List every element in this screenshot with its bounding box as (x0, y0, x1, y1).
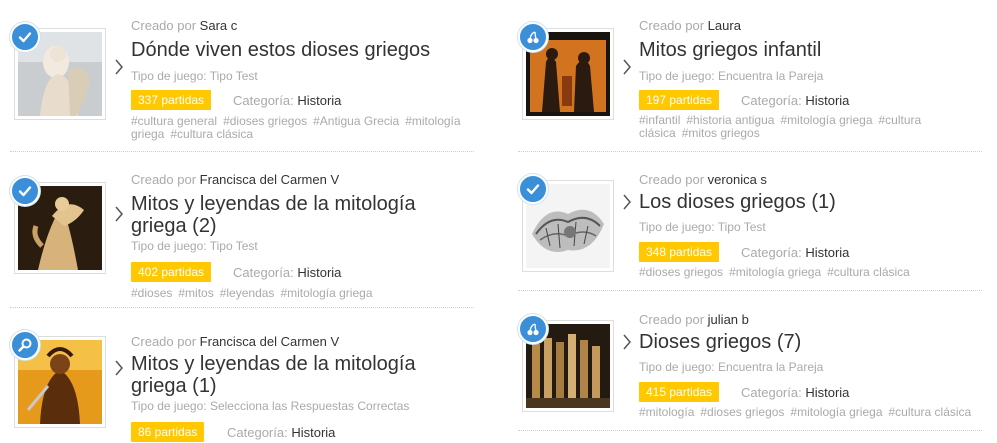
game-type-label: Tipo de juego: (639, 360, 715, 374)
tag[interactable]: #mitología griega (280, 286, 372, 300)
plays-badge: 86 partidas (131, 422, 205, 442)
category-label: Categoría: (741, 93, 802, 108)
game-type-value: Encuentra la Pareja (717, 69, 824, 83)
creator-name[interactable]: veronica s (708, 172, 767, 187)
category-value[interactable]: Historia (291, 425, 335, 440)
tag[interactable]: #cultura clásica (170, 127, 253, 141)
plays-badge: 348 partidas (639, 242, 720, 262)
plays-badge: 337 partidas (131, 90, 212, 110)
tag[interactable]: #leyendas (220, 286, 275, 300)
creator-name[interactable]: julian b (708, 312, 749, 327)
plays-badge: 402 partidas (131, 262, 212, 282)
check-icon (10, 176, 40, 206)
category-value[interactable]: Historia (297, 265, 341, 280)
creator-name[interactable]: Francisca del Carmen V (200, 334, 339, 349)
game-type-label: Tipo de juego: (639, 220, 715, 234)
category-value[interactable]: Historia (297, 93, 341, 108)
game-type-label: Tipo de juego: (131, 69, 207, 83)
tag[interactable]: #cultura clásica (889, 405, 972, 419)
category-value[interactable]: Historia (805, 385, 849, 400)
category-value[interactable]: Historia (805, 93, 849, 108)
tag-list: #dioses #mitos #leyendas #mitología griega (131, 287, 471, 300)
creator-name[interactable]: Sara c (200, 18, 238, 33)
game-card[interactable]: Creado por Francisca del Carmen V Mitos … (10, 326, 470, 443)
game-card[interactable]: Creado por Sara c Dónde viven estos dios… (10, 18, 474, 153)
game-card[interactable]: Creado por Francisca del Carmen V Mitos … (10, 172, 474, 308)
tag[interactable]: #mitos griegos (682, 126, 760, 140)
tag[interactable]: #mitología griega (729, 265, 821, 279)
game-title[interactable]: Mitos y leyendas de la mitología griega … (131, 193, 471, 237)
category-value[interactable]: Historia (805, 245, 849, 260)
tag[interactable]: #Antigua Grecia (313, 114, 399, 128)
tag[interactable]: #mitología griega (790, 405, 882, 419)
cherries-icon (518, 22, 548, 52)
divider (518, 151, 982, 152)
tag[interactable]: #dioses griegos (700, 405, 784, 419)
divider (10, 307, 474, 308)
chevron-right-icon (115, 360, 123, 376)
chevron-right-icon (115, 59, 123, 75)
game-type-label: Tipo de juego: (639, 69, 715, 83)
category-label: Categoría: (741, 385, 802, 400)
tag[interactable]: #historia antigua (686, 113, 774, 127)
tag[interactable]: #cultura general (131, 114, 217, 128)
created-by-label: Creado por (639, 172, 705, 187)
tag-list: #mitología #dioses griegos #mitología grie… (639, 406, 979, 419)
game-type-label: Tipo de juego: (131, 239, 207, 253)
category-label: Categoría: (741, 245, 802, 260)
game-type-label: Tipo de juego: (131, 399, 207, 413)
chevron-right-icon (623, 334, 631, 350)
chevron-right-icon (115, 206, 123, 222)
game-type-value: Tipo Test (717, 220, 766, 234)
created-by-label: Creado por (131, 172, 197, 187)
divider (10, 151, 474, 152)
cherries-icon (518, 314, 548, 344)
check-icon (518, 174, 548, 204)
creator-name[interactable]: Laura (708, 18, 741, 33)
check-icon (10, 22, 40, 52)
game-title[interactable]: Mitos griegos infantil (639, 39, 979, 61)
magnifier-icon (10, 330, 40, 360)
game-title[interactable]: Los dioses griegos (1) (639, 191, 979, 213)
game-title[interactable]: Dioses griegos (7) (639, 331, 979, 353)
game-type-value: Selecciona las Respuestas Correctas (209, 399, 410, 413)
chevron-right-icon (623, 59, 631, 75)
category-label: Categoría: (233, 265, 294, 280)
created-by-label: Creado por (131, 18, 197, 33)
tag[interactable]: #dioses griegos (639, 265, 723, 279)
category-label: Categoría: (227, 425, 288, 440)
created-by-label: Creado por (639, 18, 705, 33)
tag[interactable]: #dioses griegos (223, 114, 307, 128)
plays-badge: 197 partidas (639, 90, 720, 110)
game-type-value: Tipo Test (209, 69, 258, 83)
tag[interactable]: #cultura clásica (827, 265, 910, 279)
game-card[interactable]: Creado por julian b Dioses griegos (7) T… (518, 310, 982, 443)
game-card[interactable]: Creado por Laura Mitos griegos infantil … (518, 18, 982, 153)
category-label: Categoría: (233, 93, 294, 108)
tag[interactable]: #infantil (639, 113, 680, 127)
tag-list: #cultura general #dioses griegos #Antigua … (131, 115, 471, 141)
tag-list: #dioses griegos #mitología griega #cultura… (639, 266, 979, 279)
game-title[interactable]: Dónde viven estos dioses griegos (131, 39, 471, 61)
tag-list: #infantil #historia antigua #mitología gri… (639, 114, 979, 140)
created-by-label: Creado por (639, 312, 705, 327)
created-by-label: Creado por (131, 334, 197, 349)
tag[interactable]: #mitos (178, 286, 213, 300)
tag[interactable]: #dioses (131, 286, 172, 300)
chevron-right-icon (623, 194, 631, 210)
divider (518, 290, 982, 291)
divider (518, 430, 982, 431)
game-title[interactable]: Mitos y leyendas de la mitología griega … (131, 353, 471, 397)
game-type-value: Encuentra la Pareja (717, 360, 824, 374)
creator-name[interactable]: Francisca del Carmen V (200, 172, 339, 187)
tag[interactable]: #mitología griega (780, 113, 872, 127)
game-type-value: Tipo Test (209, 239, 258, 253)
plays-badge: 415 partidas (639, 382, 720, 402)
tag[interactable]: #mitología (639, 405, 694, 419)
game-card[interactable]: Creado por veronica s Los dioses griegos… (518, 170, 982, 291)
